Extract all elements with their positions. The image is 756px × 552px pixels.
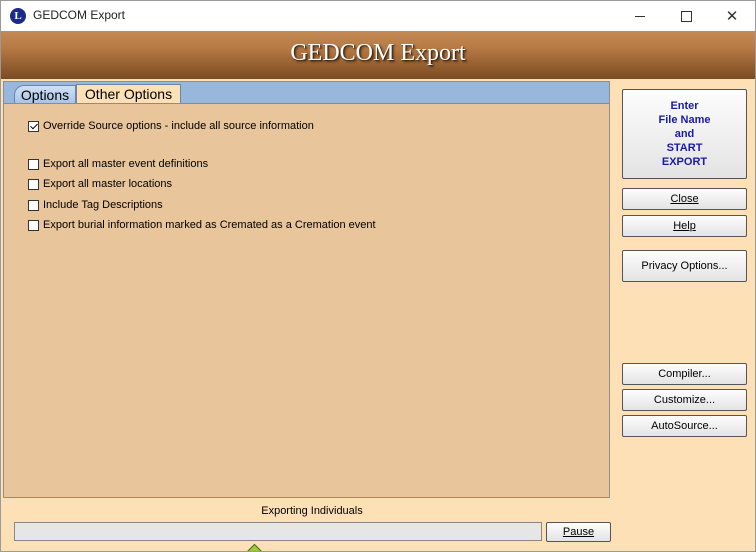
override-source-option[interactable]: Override Source options - include all so… (28, 119, 314, 133)
start-export-button[interactable]: Enter File Name and START EXPORT (622, 89, 747, 179)
start-line-2: File Name (658, 114, 711, 126)
autosource-button[interactable]: AutoSource... (622, 415, 747, 437)
include-tag-descriptions-label: Include Tag Descriptions (43, 199, 163, 211)
help-button-label: Help (673, 220, 696, 232)
window-close-button[interactable]: ✕ (709, 1, 755, 31)
start-line-4: START (666, 142, 703, 154)
export-master-events-option[interactable]: Export all master event definitions (28, 157, 208, 171)
help-button[interactable]: Help (622, 215, 747, 237)
privacy-options-button[interactable]: Privacy Options... (622, 250, 747, 282)
window-title: GEDCOM Export (33, 8, 126, 22)
override-source-checkbox[interactable] (28, 120, 39, 132)
start-line-5: EXPORT (661, 156, 708, 168)
gedcom-export-window: L GEDCOM Export ✕ GEDCOM Export Options … (0, 0, 756, 552)
export-master-events-label: Export all master event definitions (43, 158, 209, 170)
include-tag-descriptions-option[interactable]: Include Tag Descriptions (28, 198, 163, 212)
banner-title: GEDCOM Export (290, 40, 466, 66)
autosource-label: AutoSource... (651, 420, 718, 432)
export-master-locations-label: Export all master locations (43, 178, 172, 190)
export-progress-bar (14, 522, 542, 541)
start-line-1: Enter (670, 100, 699, 112)
close-icon: ✕ (725, 8, 739, 25)
close-button[interactable]: Close (622, 188, 747, 210)
include-tag-descriptions-checkbox[interactable] (28, 199, 39, 211)
customize-label: Customize... (653, 394, 716, 406)
tab-options[interactable]: Options (14, 85, 76, 103)
app-logo-icon: L (10, 8, 26, 24)
resize-grip-icon[interactable] (246, 543, 263, 551)
pause-button[interactable]: Pause (546, 522, 611, 542)
tab-strip: Options Other Options (4, 82, 609, 104)
title-bar: L GEDCOM Export ✕ (1, 1, 755, 31)
export-burial-cremation-checkbox[interactable] (28, 219, 39, 231)
minimize-button[interactable] (617, 1, 663, 31)
minimize-icon (635, 15, 645, 17)
privacy-options-label: Privacy Options... (641, 260, 728, 272)
start-line-3: and (674, 128, 695, 140)
export-master-events-checkbox[interactable] (28, 158, 39, 170)
header-banner: GEDCOM Export (1, 31, 755, 79)
export-master-locations-checkbox[interactable] (28, 178, 39, 190)
export-master-locations-option[interactable]: Export all master locations (28, 177, 172, 191)
tab-other-options[interactable]: Other Options (76, 84, 181, 103)
compiler-button[interactable]: Compiler... (622, 363, 747, 385)
export-burial-cremation-label: Export burial information marked as Crem… (43, 219, 376, 231)
close-button-label: Close (670, 193, 699, 205)
compiler-label: Compiler... (658, 368, 711, 380)
options-panel: Options Other Options Override Source op… (3, 81, 610, 498)
export-burial-cremation-option[interactable]: Export burial information marked as Crem… (28, 218, 376, 232)
maximize-icon (680, 10, 692, 22)
pause-label: Pause (562, 526, 595, 538)
maximize-button[interactable] (663, 1, 709, 31)
customize-button[interactable]: Customize... (622, 389, 747, 411)
export-status-label: Exporting Individuals (261, 505, 363, 517)
override-source-label: Override Source options - include all so… (43, 120, 314, 132)
